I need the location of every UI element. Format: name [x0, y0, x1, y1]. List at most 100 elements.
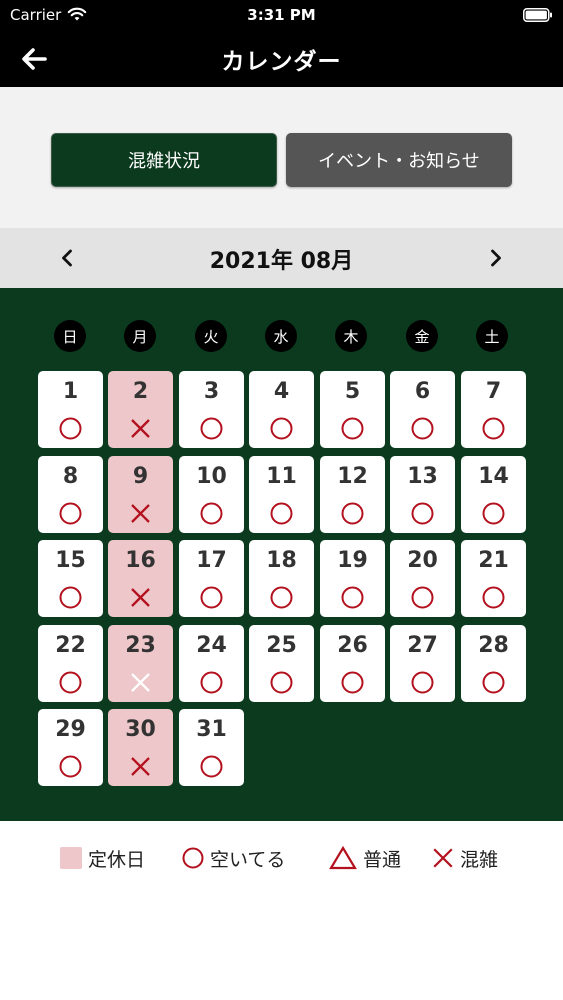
circle-icon: [411, 586, 434, 609]
day-number: 13: [407, 464, 438, 489]
next-month-button[interactable]: [481, 243, 511, 273]
calendar-day-23[interactable]: 23: [108, 625, 173, 702]
calendar-day-17[interactable]: 17: [179, 540, 244, 617]
legend-open-label: 空いてる: [210, 848, 286, 871]
weekday-fri: 金: [406, 320, 438, 352]
calendar-day-13[interactable]: 13: [390, 456, 455, 533]
day-number: 4: [273, 379, 290, 404]
circle-icon: [200, 671, 223, 694]
calendar-day-5[interactable]: 5: [320, 371, 385, 448]
calendar-day-4[interactable]: 4: [249, 371, 314, 448]
day-number: 12: [337, 464, 368, 489]
calendar-day-28[interactable]: 28: [461, 625, 526, 702]
circle-icon: [59, 502, 82, 525]
calendar-day-9[interactable]: 9: [108, 456, 173, 533]
day-number: 24: [196, 633, 227, 658]
day-number: 26: [337, 633, 368, 658]
cross-icon: [131, 757, 150, 776]
calendar-day-30[interactable]: 30: [108, 709, 173, 786]
circle-icon: [482, 671, 505, 694]
weekday-tue: 火: [195, 320, 227, 352]
day-number: 15: [55, 548, 86, 573]
calendar-day-3[interactable]: 3: [179, 371, 244, 448]
cross-icon: [131, 588, 150, 607]
day-number: 1: [62, 379, 79, 404]
calendar-day-6[interactable]: 6: [390, 371, 455, 448]
status-legend: 定休日 空いてる 普通 混雑: [0, 821, 563, 1000]
day-number: 7: [485, 379, 502, 404]
calendar-day-22[interactable]: 22: [38, 625, 103, 702]
calendar-day-11[interactable]: 11: [249, 456, 314, 533]
day-number: 10: [196, 464, 227, 489]
calendar-day-19[interactable]: 19: [320, 540, 385, 617]
day-number: 8: [62, 464, 79, 489]
day-number: 14: [478, 464, 509, 489]
circle-icon: [482, 586, 505, 609]
circle-icon: [200, 417, 223, 440]
month-selector: 2021年 08月: [0, 228, 563, 288]
circle-icon: [59, 417, 82, 440]
day-number: 28: [478, 633, 509, 658]
circle-icon: [270, 502, 293, 525]
tab-events-news[interactable]: イベント・お知らせ: [286, 133, 512, 187]
day-number: 17: [196, 548, 227, 573]
cross-icon: [433, 848, 453, 868]
calendar-day-1[interactable]: 1: [38, 371, 103, 448]
circle-icon: [200, 586, 223, 609]
status-bar: Carrier 3:31 PM: [0, 0, 563, 30]
day-number: 19: [337, 548, 368, 573]
calendar-day-29[interactable]: 29: [38, 709, 103, 786]
page-title: カレンダー: [221, 49, 342, 75]
clock-time: 3:31 PM: [247, 6, 316, 24]
day-number: 31: [196, 717, 227, 742]
day-number: 21: [478, 548, 509, 573]
weekday-sun: 日: [54, 320, 86, 352]
calendar-day-2[interactable]: 2: [108, 371, 173, 448]
battery-icon: [523, 8, 552, 22]
calendar-day-14[interactable]: 14: [461, 456, 526, 533]
calendar-day-26[interactable]: 26: [320, 625, 385, 702]
day-number: 9: [132, 464, 149, 489]
calendar-day-7[interactable]: 7: [461, 371, 526, 448]
day-number: 22: [55, 633, 86, 658]
calendar-day-16[interactable]: 16: [108, 540, 173, 617]
chevron-right-icon: [491, 249, 501, 267]
calendar-day-8[interactable]: 8: [38, 456, 103, 533]
triangle-icon: [329, 846, 357, 870]
calendar-day-27[interactable]: 27: [390, 625, 455, 702]
calendar-day-12[interactable]: 12: [320, 456, 385, 533]
circle-icon: [482, 502, 505, 525]
circle-icon: [59, 671, 82, 694]
legend-crowded-label: 混雑: [460, 848, 499, 871]
circle-icon: [411, 502, 434, 525]
day-number: 6: [414, 379, 431, 404]
calendar-day-24[interactable]: 24: [179, 625, 244, 702]
calendar-day-18[interactable]: 18: [249, 540, 314, 617]
day-number: 20: [407, 548, 438, 573]
cross-icon: [131, 419, 150, 438]
calendar-day-25[interactable]: 25: [249, 625, 314, 702]
tab-area: 混雑状況 イベント・お知らせ: [0, 87, 563, 228]
circle-icon: [341, 417, 364, 440]
calendar-day-31[interactable]: 31: [179, 709, 244, 786]
circle-icon: [411, 417, 434, 440]
cross-icon: [131, 673, 150, 692]
calendar-day-15[interactable]: 15: [38, 540, 103, 617]
circle-icon: [270, 671, 293, 694]
weekday-sat: 土: [476, 320, 508, 352]
circle-icon: [341, 671, 364, 694]
calendar-day-21[interactable]: 21: [461, 540, 526, 617]
tab-congestion[interactable]: 混雑状況: [51, 133, 277, 187]
weekday-thu: 木: [335, 320, 367, 352]
day-number: 27: [407, 633, 438, 658]
weekday-mon: 月: [124, 320, 156, 352]
day-number: 5: [344, 379, 361, 404]
calendar-day-10[interactable]: 10: [179, 456, 244, 533]
day-number: 16: [125, 548, 156, 573]
legend-normal-label: 普通: [363, 848, 402, 871]
day-number: 30: [125, 717, 156, 742]
circle-icon: [200, 755, 223, 778]
day-number: 11: [266, 464, 297, 489]
calendar-day-20[interactable]: 20: [390, 540, 455, 617]
circle-icon: [59, 586, 82, 609]
